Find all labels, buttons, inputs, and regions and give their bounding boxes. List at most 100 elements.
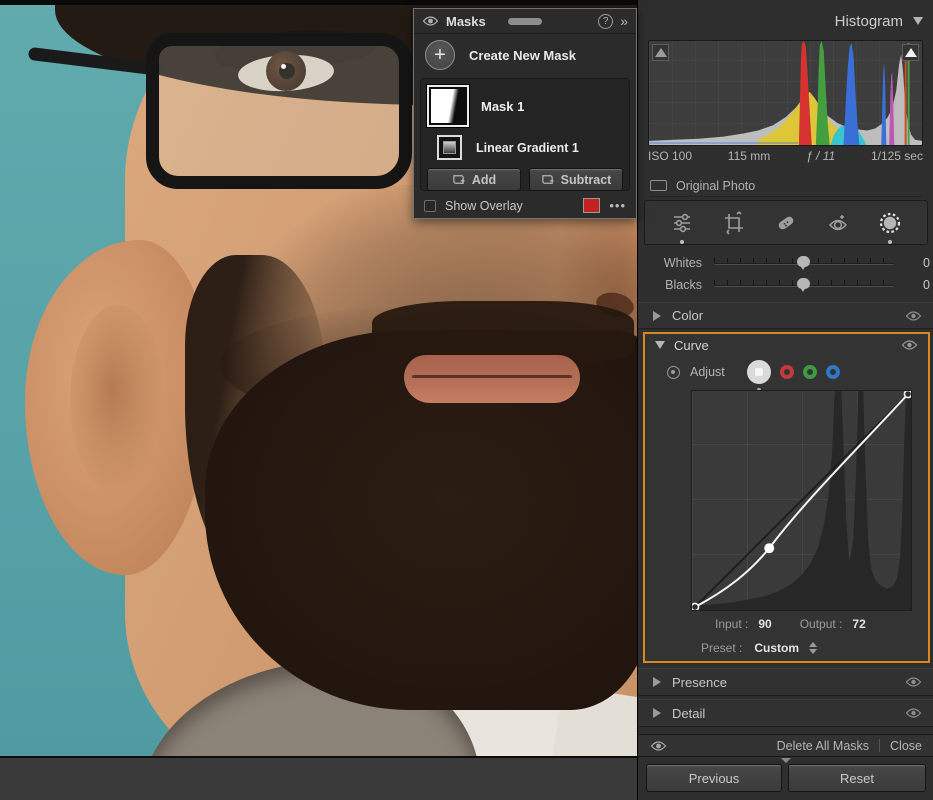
curve-output-value[interactable]: 72: [852, 617, 865, 631]
whites-slider[interactable]: [714, 255, 894, 271]
crop-tool-button[interactable]: [719, 208, 749, 238]
exif-shutter: 1/125 sec: [871, 149, 923, 163]
edit-tool-button[interactable]: [667, 208, 697, 238]
footer-visibility-eye-icon[interactable]: [650, 740, 667, 752]
mask-component-row[interactable]: Linear Gradient 1: [437, 135, 623, 160]
curve-channel-blue-button[interactable]: [826, 365, 840, 379]
red-eye-tool-button[interactable]: [823, 208, 853, 238]
masks-visibility-eye-icon[interactable]: [422, 15, 439, 27]
original-photo-checkbox[interactable]: [650, 180, 667, 191]
color-disclosure-icon[interactable]: [653, 311, 661, 321]
subtract-mask-button[interactable]: Subtract: [529, 168, 623, 191]
histogram-title: Histogram: [835, 13, 903, 30]
detail-section-label: Detail: [672, 706, 705, 721]
original-photo-row[interactable]: Original Photo: [650, 175, 922, 197]
masks-panel-header[interactable]: Masks ? »: [414, 9, 636, 34]
targeted-adjustment-icon[interactable]: [667, 366, 680, 379]
blacks-label: Blacks: [638, 278, 714, 292]
photo-mustache: [372, 301, 634, 363]
create-new-mask-label: Create New Mask: [469, 48, 576, 63]
curve-output-label: Output :: [800, 617, 843, 631]
panel-collapse-arrow-icon[interactable]: [781, 758, 791, 763]
masking-tool-active-dot: [888, 240, 892, 244]
develop-right-panel: Histogram ISO 100 115 mm ƒ: [637, 0, 933, 800]
blacks-slider[interactable]: [714, 277, 894, 293]
filmstrip-collapsed-bar: [0, 756, 637, 800]
curve-adjust-row: Adjust: [645, 356, 928, 388]
presence-disclosure-icon[interactable]: [653, 677, 661, 687]
whites-value[interactable]: 0: [906, 256, 933, 270]
detail-section-header[interactable]: Detail: [638, 699, 933, 727]
reset-button[interactable]: Reset: [788, 764, 926, 792]
subtract-mask-label: Subtract: [561, 173, 612, 187]
exif-iso: ISO 100: [648, 149, 692, 163]
expand-panel-icon[interactable]: »: [620, 13, 628, 29]
mask-thumbnail[interactable]: [427, 85, 469, 127]
shadow-clipping-icon: [655, 48, 667, 57]
footer-divider: [879, 739, 880, 752]
curve-visibility-eye-icon[interactable]: [901, 339, 918, 351]
show-overlay-checkbox[interactable]: [424, 200, 436, 212]
mask-component-label: Linear Gradient 1: [476, 141, 579, 155]
whites-slider-knob[interactable]: [797, 256, 811, 270]
add-mask-icon: [452, 173, 466, 186]
color-section-header[interactable]: Color: [638, 302, 933, 329]
add-mask-label: Add: [472, 173, 496, 187]
curve-disclosure-icon[interactable]: [655, 341, 665, 349]
blacks-slider-knob[interactable]: [797, 278, 811, 292]
histogram-collapse-icon[interactable]: [913, 17, 923, 25]
curve-section-header[interactable]: Curve: [645, 334, 928, 356]
reset-button-label: Reset: [840, 771, 874, 786]
detail-visibility-eye-icon[interactable]: [905, 707, 922, 719]
mask-edit-buttons: Add Subtract: [427, 168, 623, 191]
subtract-mask-icon: [541, 173, 555, 186]
overlay-options-icon[interactable]: •••: [609, 198, 626, 213]
curve-input-value[interactable]: 90: [758, 617, 771, 631]
mask-thumbnail-image: [429, 87, 467, 125]
curve-preset-value[interactable]: Custom: [754, 641, 799, 655]
shadow-clipping-button[interactable]: [652, 44, 669, 61]
plus-icon[interactable]: +: [425, 40, 455, 70]
create-new-mask-button[interactable]: + Create New Mask: [414, 34, 636, 76]
overlay-color-swatch[interactable]: [583, 198, 600, 213]
delete-all-masks-button[interactable]: Delete All Masks: [777, 739, 869, 753]
previous-button[interactable]: Previous: [646, 764, 782, 792]
highlight-clipping-button[interactable]: [902, 44, 919, 61]
linear-gradient-thumbnail[interactable]: [437, 135, 462, 160]
color-visibility-eye-icon[interactable]: [905, 310, 922, 322]
drag-handle-icon[interactable]: [508, 18, 542, 25]
original-photo-label: Original Photo: [676, 179, 755, 193]
detail-disclosure-icon[interactable]: [653, 708, 661, 718]
masking-footer-bar: Delete All Masks Close: [638, 734, 933, 757]
exif-focal-length: 115 mm: [728, 149, 770, 163]
edit-tool-active-dot: [680, 240, 684, 244]
presence-section-header[interactable]: Presence: [638, 668, 933, 696]
histogram-display[interactable]: [648, 40, 923, 146]
histogram-header[interactable]: Histogram: [638, 8, 933, 34]
tool-strip: [644, 200, 928, 245]
crop-icon: [722, 211, 746, 235]
blacks-value[interactable]: 0: [906, 278, 933, 292]
show-overlay-label: Show Overlay: [445, 199, 523, 213]
presence-visibility-eye-icon[interactable]: [905, 676, 922, 688]
close-button[interactable]: Close: [890, 739, 922, 753]
exif-aperture: ƒ / 11: [806, 149, 835, 163]
healing-tool-button[interactable]: [771, 208, 801, 238]
tone-curve-svg: [692, 391, 911, 610]
help-icon[interactable]: ?: [598, 14, 613, 29]
presence-section-label: Presence: [672, 675, 727, 690]
masks-panel-title: Masks: [446, 14, 486, 29]
curve-channel-green-button[interactable]: [803, 365, 817, 379]
add-mask-button[interactable]: Add: [427, 168, 521, 191]
preset-stepper-icon[interactable]: [809, 642, 817, 654]
mask-group: Mask 1 Linear Gradient 1 Add Subtract: [420, 78, 630, 191]
tone-curve-graph[interactable]: [691, 390, 912, 611]
curve-preset-label: Preset :: [701, 641, 742, 655]
mask-item-row[interactable]: Mask 1: [427, 85, 623, 127]
curve-channel-red-button[interactable]: [780, 365, 794, 379]
curve-preset-row[interactable]: Preset : Custom: [645, 641, 928, 655]
linear-gradient-thumbnail-image: [443, 141, 456, 154]
masking-tool-button[interactable]: [875, 208, 905, 238]
curve-channel-luma-button[interactable]: [747, 360, 771, 384]
blacks-slider-row: Blacks 0: [638, 274, 933, 296]
